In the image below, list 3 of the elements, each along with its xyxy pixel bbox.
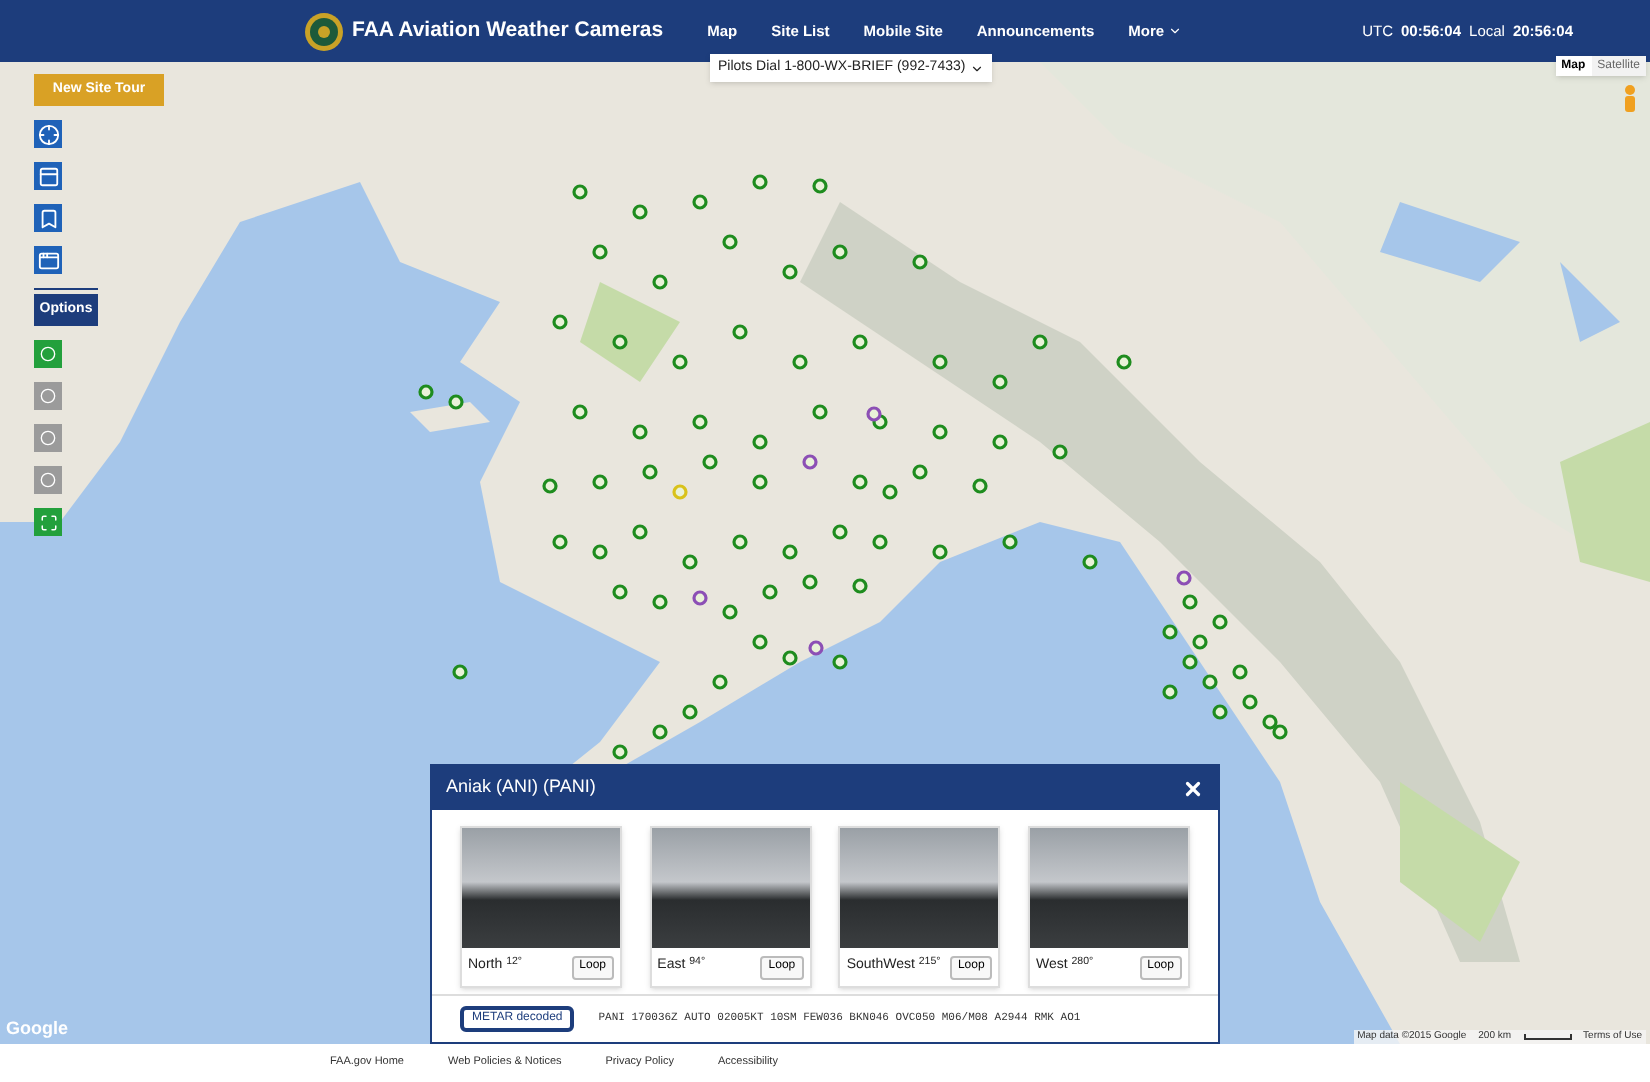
site-title: FAA Aviation Weather Cameras [352, 15, 664, 46]
map-logo: Google [6, 1015, 68, 1042]
popup-title: Aniak (ANI) (PANI) [446, 774, 596, 801]
